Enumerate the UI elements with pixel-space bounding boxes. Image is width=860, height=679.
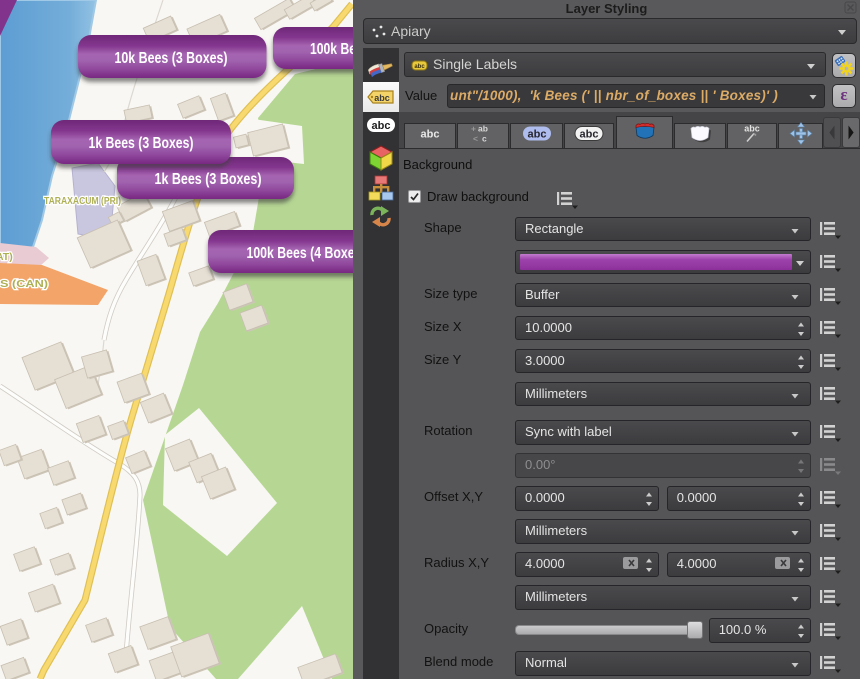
svg-text:1k Bees (3 Boxes): 1k Bees (3 Boxes) — [155, 171, 262, 188]
svg-text:100k Be: 100k Be — [310, 41, 353, 58]
svg-text:10k Bees (3 Boxes): 10k Bees (3 Boxes) — [115, 50, 228, 67]
svg-text:100k Bees (4 Boxes): 100k Bees (4 Boxes) — [247, 245, 354, 262]
svg-text:S (CAN): S (CAN) — [0, 278, 48, 290]
svg-text:AT): AT) — [0, 251, 13, 263]
svg-text:1k Bees (3 Boxes): 1k Bees (3 Boxes) — [89, 135, 194, 152]
svg-text:TARAXACUM (PRI): TARAXACUM (PRI) — [44, 195, 121, 207]
